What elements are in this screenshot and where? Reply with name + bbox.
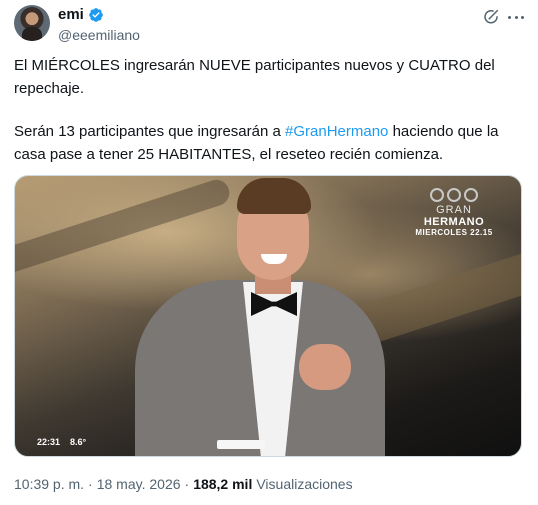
- broadcast-clock: 22:31: [37, 437, 61, 447]
- verified-badge-icon: [89, 7, 103, 22]
- tweet-media-image[interactable]: GRAN HERMANO MIERCOLES 22.15 22:31 8.6°: [14, 175, 522, 457]
- logo-line-3: MIERCOLES 22.15: [415, 228, 493, 237]
- tweet-text: El MIÉRCOLES ingresarán NUEVE participan…: [14, 54, 524, 166]
- tweet-paragraph-1: El MIÉRCOLES ingresarán NUEVE participan…: [14, 57, 495, 97]
- author-display-name[interactable]: emi: [58, 6, 84, 23]
- tweet-time[interactable]: 10:39 p. m.: [14, 476, 84, 492]
- gran-hermano-logo: GRAN HERMANO MIERCOLES 22.15: [409, 188, 499, 237]
- tweet-date[interactable]: 18 may. 2026: [97, 476, 181, 492]
- views-label: Visualizaciones: [256, 476, 353, 492]
- desk-light: [217, 440, 265, 449]
- logo-eyes-icon: [409, 188, 499, 202]
- host-figure: [113, 176, 393, 456]
- tweet-paragraph-2: Serán 13 participantes que ingresarán a …: [14, 120, 524, 166]
- broadcast-temperature: 8.6°: [70, 437, 87, 447]
- hashtag-link[interactable]: #GranHermano: [285, 123, 388, 140]
- author-handle[interactable]: @eeemiliano: [58, 27, 140, 43]
- author-name-row: emi: [58, 6, 104, 23]
- tweet-card[interactable]: emi @eeemiliano El MIÉRCOLES ingresarán …: [0, 0, 538, 505]
- broadcast-stamp: 22:31 8.6°: [37, 437, 86, 447]
- author-avatar[interactable]: [14, 5, 50, 41]
- logo-line-2: HERMANO: [423, 216, 485, 228]
- more-options-icon[interactable]: [506, 8, 526, 26]
- tweet-meta: 10:39 p. m. · 18 may. 2026 · 188,2 mil V…: [14, 476, 353, 492]
- meta-separator: ·: [184, 476, 190, 492]
- grok-icon[interactable]: [482, 8, 500, 26]
- logo-line-1: GRAN: [436, 204, 472, 216]
- tweet-text-part: Serán 13 participantes que ingresarán a: [14, 123, 286, 140]
- views-count: 188,2 mil: [193, 476, 253, 492]
- meta-separator: ·: [88, 476, 93, 492]
